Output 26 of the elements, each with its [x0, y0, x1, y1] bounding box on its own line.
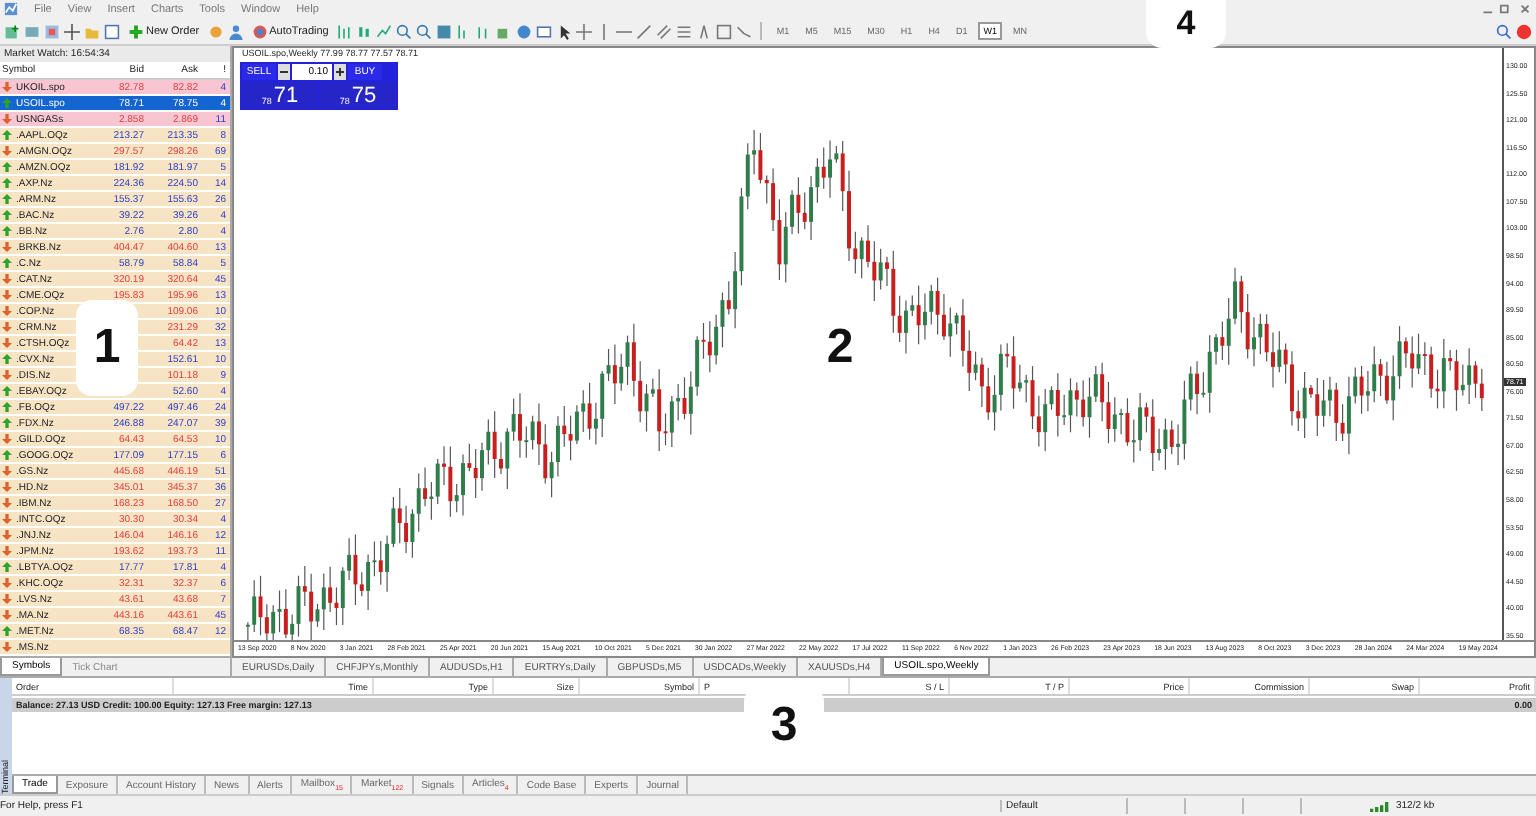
line-chart-icon[interactable]	[376, 23, 393, 39]
window-icon[interactable]	[104, 23, 120, 39]
channel-icon[interactable]	[656, 23, 673, 39]
decrease-icon[interactable]	[278, 64, 290, 80]
increase-icon[interactable]	[334, 64, 346, 80]
new-chart-icon[interactable]	[4, 23, 20, 39]
person-icon[interactable]	[227, 23, 244, 39]
callout-number: 4	[1146, 0, 1226, 48]
notification-icon[interactable]	[1516, 23, 1532, 39]
candlestick-icon[interactable]	[356, 23, 373, 39]
search-icon[interactable]	[1496, 23, 1512, 39]
market-watch-icon[interactable]	[44, 23, 60, 39]
zoom-in-icon[interactable]	[396, 23, 413, 39]
template-icon[interactable]	[536, 23, 553, 39]
crosshair-icon[interactable]	[64, 23, 80, 39]
zoom-out-icon[interactable]	[416, 23, 433, 39]
text-label-icon[interactable]	[716, 23, 733, 39]
app-icon	[4, 2, 18, 16]
plus-icon	[128, 23, 144, 39]
callout-number: 1	[76, 300, 138, 396]
cursor-icon[interactable]	[556, 23, 573, 39]
bar-chart-icon[interactable]	[336, 23, 353, 39]
window-controls-icon[interactable]	[1480, 2, 1532, 16]
connection-icon	[1370, 801, 1390, 811]
fibonacci-icon[interactable]	[676, 23, 693, 39]
trendline-icon[interactable]	[636, 23, 653, 39]
